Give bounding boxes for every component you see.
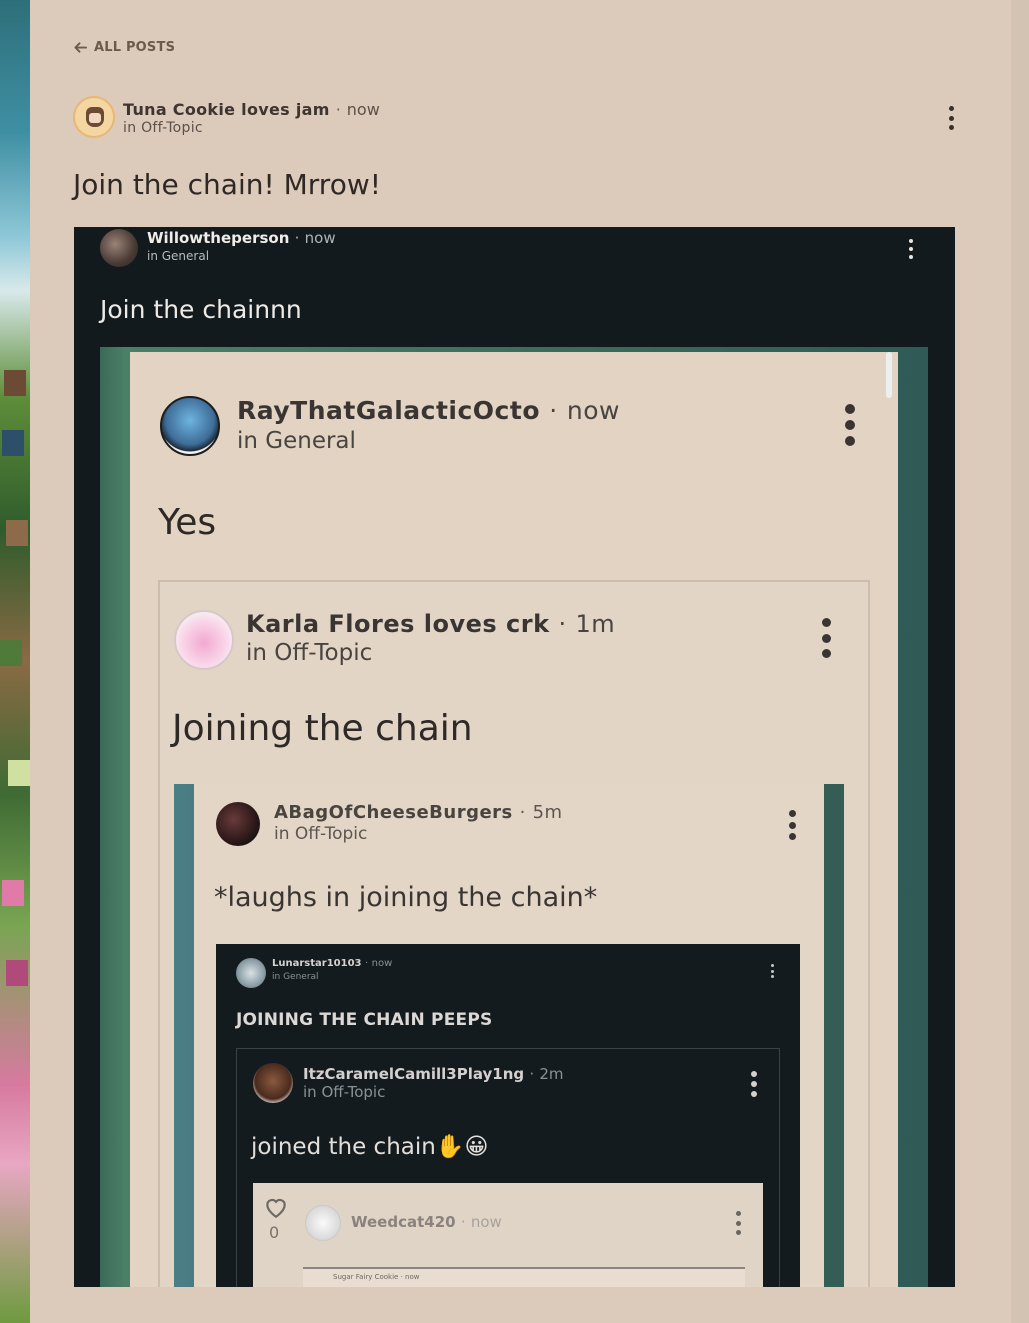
nested-card-sugar: Sugar Fairy Cookie · now bbox=[303, 1267, 745, 1287]
heart-icon bbox=[266, 1198, 286, 1219]
weed-author-name: Weedcat420 bbox=[351, 1213, 456, 1231]
luna-kebab-icon bbox=[770, 964, 774, 978]
weed-time: now bbox=[470, 1213, 502, 1231]
ray-kebab-icon bbox=[844, 404, 856, 446]
bag-kebab-icon bbox=[788, 810, 796, 840]
bag-time-sep: · bbox=[519, 802, 526, 823]
luna-time-sep: · bbox=[364, 958, 369, 969]
karla-author-line: Karla Flores loves crk · 1m bbox=[246, 610, 615, 638]
embedded-time-sep: · bbox=[294, 229, 300, 247]
embedded-body-text: Join the chainnn bbox=[100, 295, 302, 324]
itz-body-text: joined the chain✋😀 bbox=[251, 1134, 489, 1160]
itz-author-name: ItzCaramelCamill3Play1ng bbox=[303, 1065, 525, 1083]
bag-avatar bbox=[216, 802, 260, 846]
karla-body-text: Joining the chain bbox=[172, 708, 473, 749]
karla-community: in Off-Topic bbox=[246, 640, 373, 666]
post-community[interactable]: in Off-Topic bbox=[123, 120, 203, 136]
ray-avatar bbox=[160, 396, 220, 456]
nested-card-itz: ItzCaramelCamill3Play1ng · 2m in Off-Top… bbox=[236, 1048, 780, 1287]
weed-time-sep: · bbox=[460, 1213, 466, 1231]
weed-avatar bbox=[305, 1205, 341, 1241]
itz-avatar bbox=[253, 1063, 293, 1103]
nested-card-karla: Karla Flores loves crk · 1m in Off-Topic… bbox=[158, 580, 870, 1287]
karla-kebab-icon bbox=[820, 618, 832, 658]
all-posts-link[interactable]: ALL POSTS bbox=[73, 40, 175, 55]
karla-time: 1m bbox=[575, 610, 616, 638]
sugar-author-line: Sugar Fairy Cookie · now bbox=[333, 1273, 420, 1281]
post-header: Tuna Cookie loves jam · now in Off-Topic bbox=[73, 96, 963, 140]
ray-author-name: RayThatGalacticOcto bbox=[237, 396, 541, 425]
embedded-kebab-icon bbox=[908, 239, 914, 259]
embedded-post-header: Willowtheperson · now in General bbox=[100, 227, 940, 267]
author-avatar[interactable] bbox=[73, 96, 115, 138]
embedded-screenshot[interactable]: Willowtheperson · now in General Join th… bbox=[74, 227, 955, 1287]
separator-dot: · bbox=[335, 100, 341, 119]
karla-author-name: Karla Flores loves crk bbox=[246, 610, 550, 638]
post-time: now bbox=[346, 100, 380, 119]
karla-avatar bbox=[174, 610, 234, 670]
luna-time: now bbox=[371, 958, 393, 969]
ray-community: in General bbox=[237, 428, 356, 454]
bag-author-line: ABagOfCheeseBurgers · 5m bbox=[274, 802, 563, 823]
right-gutter bbox=[1011, 0, 1029, 1323]
luna-author-line: Lunarstar10103 · now bbox=[272, 958, 392, 969]
itz-time-sep: · bbox=[529, 1065, 535, 1083]
weed-author-line: Weedcat420 · now bbox=[351, 1213, 502, 1231]
post-options-icon[interactable] bbox=[947, 106, 955, 130]
itz-kebab-icon bbox=[751, 1071, 757, 1097]
luna-author-name: Lunarstar10103 bbox=[272, 958, 362, 969]
nested-frame-2: ABagOfCheeseBurgers · 5m in Off-Topic *l… bbox=[174, 784, 844, 1287]
embedded-community: in General bbox=[147, 249, 210, 263]
embedded-author-name: Willowtheperson bbox=[147, 229, 290, 247]
ray-time: now bbox=[566, 396, 620, 425]
nested-card-bag: ABagOfCheeseBurgers · 5m in Off-Topic *l… bbox=[194, 784, 824, 1287]
itz-community: in Off-Topic bbox=[303, 1083, 386, 1101]
arrow-left-icon bbox=[74, 42, 88, 53]
karla-time-sep: · bbox=[558, 610, 567, 638]
itz-author-line: ItzCaramelCamill3Play1ng · 2m bbox=[303, 1065, 564, 1083]
bag-community: in Off-Topic bbox=[274, 824, 368, 844]
luna-avatar bbox=[236, 958, 266, 988]
ray-body-text: Yes bbox=[158, 502, 217, 543]
weed-kebab-icon bbox=[735, 1211, 741, 1235]
nested-card-luna: Lunarstar10103 · now in General JOINING … bbox=[216, 944, 800, 1287]
page-bottom bbox=[74, 1287, 955, 1323]
embedded-avatar bbox=[100, 229, 138, 267]
embedded-scrollbar bbox=[886, 352, 892, 398]
ray-author-line: RayThatGalacticOcto · now bbox=[237, 396, 620, 425]
bag-body-text: *laughs in joining the chain* bbox=[214, 882, 598, 913]
embedded-time: now bbox=[304, 229, 336, 247]
ray-time-sep: · bbox=[549, 396, 558, 425]
nested-card-weed: 0 Weedcat420 · now Sugar Fairy Cookie · … bbox=[253, 1183, 763, 1287]
nested-frame-1: RayThatGalacticOcto · now in General Yes… bbox=[100, 347, 928, 1287]
embedded-author-line: Willowtheperson · now bbox=[147, 229, 336, 247]
nested-card-ray: RayThatGalacticOcto · now in General Yes… bbox=[130, 352, 898, 1287]
bag-time: 5m bbox=[532, 802, 563, 823]
bag-author-name: ABagOfCheeseBurgers bbox=[274, 802, 513, 823]
background-game-art bbox=[0, 0, 30, 1323]
post-body-text: Join the chain! Mrrow! bbox=[73, 168, 381, 201]
like-count: 0 bbox=[269, 1223, 280, 1242]
luna-community: in General bbox=[272, 972, 319, 982]
itz-time: 2m bbox=[539, 1065, 564, 1083]
all-posts-label: ALL POSTS bbox=[94, 40, 176, 55]
author-line: Tuna Cookie loves jam · now bbox=[123, 100, 380, 119]
author-name[interactable]: Tuna Cookie loves jam bbox=[123, 100, 330, 119]
luna-body-text: JOINING THE CHAIN PEEPS bbox=[236, 1010, 493, 1030]
